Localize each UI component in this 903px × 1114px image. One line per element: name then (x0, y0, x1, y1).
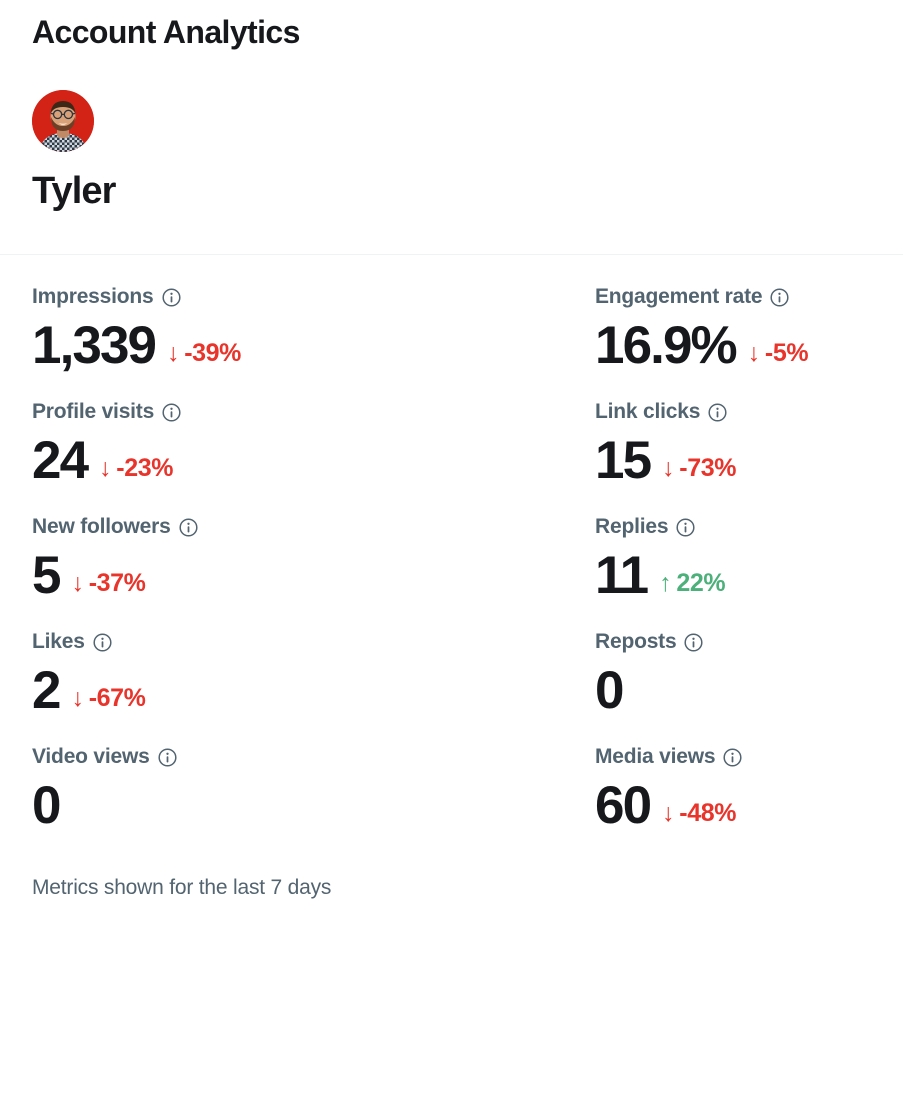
metric-delta: ↓ -37% (72, 568, 146, 598)
metric-label-row: Reposts (595, 628, 871, 656)
info-icon[interactable] (684, 632, 704, 652)
info-icon[interactable] (708, 402, 727, 422)
arrow-down-icon: ↓ (99, 454, 112, 482)
info-icon[interactable] (179, 517, 198, 537)
metric-card-profile-visits: Profile visits 24 ↓ -23% (32, 398, 595, 513)
metric-label: Impressions (32, 285, 154, 308)
arrow-down-icon: ↓ (167, 339, 180, 367)
metric-delta: ↓ -39% (167, 338, 241, 368)
arrow-up-icon: ↑ (659, 569, 672, 597)
info-icon[interactable] (770, 287, 789, 307)
info-icon[interactable] (161, 287, 181, 307)
metric-delta-value: -23% (116, 454, 174, 482)
metric-label-row: Link clicks (595, 398, 871, 426)
metric-label: New followers (32, 515, 171, 538)
metric-value: 60 (595, 776, 652, 835)
metric-card-reposts: Reposts 0 (595, 628, 871, 743)
metric-card-likes: Likes 2 ↓ -67% (32, 628, 595, 743)
metric-value-row: 16.9% ↓ -5% (595, 315, 871, 377)
metric-label-row: Engagement rate (595, 283, 871, 311)
arrow-down-icon: ↓ (662, 454, 675, 482)
arrow-down-icon: ↓ (747, 339, 761, 367)
metric-value: 5 (32, 546, 61, 605)
metric-delta: ↓ -5% (747, 338, 809, 368)
metric-card-new-followers: New followers 5 ↓ -37% (32, 513, 595, 628)
profile-name: Tyler (32, 170, 116, 212)
metric-delta: ↑ 22% (659, 568, 725, 598)
page-header: Account Analytics (0, 0, 903, 54)
metric-label: Likes (32, 630, 85, 653)
metric-value: 11 (595, 546, 649, 605)
metric-delta: ↓ -48% (662, 798, 736, 828)
metric-value: 16.9% (595, 316, 738, 375)
metric-label-row: Likes (32, 628, 595, 656)
metric-label-row: Replies (595, 513, 871, 541)
metric-value-row: 5 ↓ -37% (32, 545, 595, 607)
metric-label-row: Profile visits (32, 398, 595, 426)
metric-delta-value: -39% (184, 339, 242, 367)
metric-delta-value: -73% (679, 454, 737, 482)
metric-label: Media views (595, 745, 716, 768)
metric-value-row: 11 ↑ 22% (595, 545, 871, 607)
metric-value-row: 2 ↓ -67% (32, 660, 595, 722)
metric-label-row: Media views (595, 743, 871, 771)
metric-value-row: 1,339 ↓ -39% (32, 315, 595, 377)
account-analytics-page: Account Analytics Tyler Impressions 1,33… (0, 0, 903, 1114)
metric-value-row: 0 (595, 660, 871, 722)
metric-delta-value: -37% (88, 569, 146, 597)
metric-label: Link clicks (595, 400, 701, 423)
metric-label-row: Impressions (32, 283, 595, 311)
info-icon[interactable] (723, 747, 742, 767)
metric-value-row: 15 ↓ -73% (595, 430, 871, 492)
metric-card-link-clicks: Link clicks 15 ↓ -73% (595, 398, 871, 513)
avatar[interactable] (32, 90, 94, 152)
metric-value-row: 60 ↓ -48% (595, 775, 871, 837)
metric-label: Engagement rate (595, 285, 763, 308)
arrow-down-icon: ↓ (71, 684, 85, 712)
metric-value: 0 (32, 776, 61, 835)
metric-delta: ↓ -67% (72, 683, 146, 713)
metric-card-impressions: Impressions 1,339 ↓ -39% (32, 283, 595, 398)
profile-section: Tyler (0, 54, 903, 216)
arrow-down-icon: ↓ (71, 569, 85, 597)
footer: Metrics shown for the last 7 days (0, 858, 903, 902)
metrics-grid: Impressions 1,339 ↓ -39% Engagement rate (0, 255, 903, 858)
metric-label: Reposts (595, 630, 677, 653)
metric-value: 15 (595, 431, 652, 490)
metric-delta: ↓ -23% (99, 453, 173, 483)
info-icon[interactable] (676, 517, 695, 537)
metric-label: Replies (595, 515, 669, 538)
metric-value-row: 0 (32, 775, 595, 837)
metric-delta-value: -5% (764, 339, 809, 367)
metric-card-media-views: Media views 60 ↓ -48% (595, 743, 871, 858)
metric-label: Profile visits (32, 400, 155, 423)
metric-label-row: New followers (32, 513, 595, 541)
info-icon[interactable] (162, 402, 181, 422)
info-icon[interactable] (158, 747, 177, 767)
metric-delta-value: 22% (676, 569, 726, 597)
metric-value: 1,339 (32, 316, 157, 375)
info-icon[interactable] (93, 632, 112, 652)
metric-value: 2 (32, 661, 61, 720)
metric-delta-value: -48% (679, 799, 737, 827)
metric-value: 24 (32, 431, 89, 490)
metric-card-replies: Replies 11 ↑ 22% (595, 513, 871, 628)
metric-value: 0 (595, 661, 624, 720)
metrics-period-note: Metrics shown for the last 7 days (32, 876, 332, 899)
metric-delta-value: -67% (88, 684, 146, 712)
metric-delta: ↓ -73% (662, 453, 736, 483)
arrow-down-icon: ↓ (662, 799, 675, 827)
metric-value-row: 24 ↓ -23% (32, 430, 595, 492)
page-title: Account Analytics (32, 14, 300, 50)
metric-label: Video views (32, 745, 150, 768)
metric-card-engagement-rate: Engagement rate 16.9% ↓ -5% (595, 283, 871, 398)
metric-label-row: Video views (32, 743, 595, 771)
metric-card-video-views: Video views 0 (32, 743, 595, 858)
